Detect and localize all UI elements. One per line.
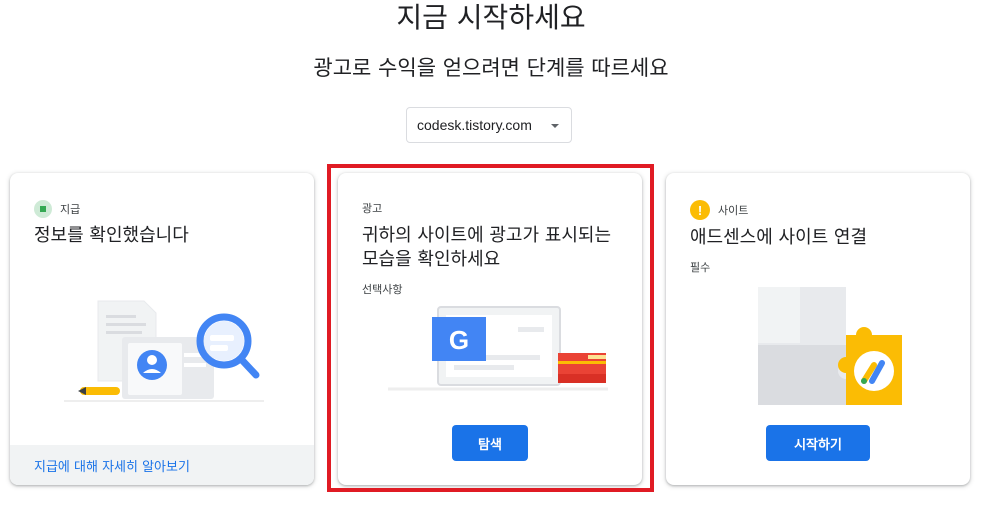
ad-preview-status-label: 광고 <box>362 202 383 215</box>
payment-card: 지급 정보를 확인했습니다 지급에 대해 자세히 알아보기 <box>10 173 314 485</box>
ad-preview-optional-note: 선택사항 <box>362 283 403 296</box>
puzzle-adsense-illustration <box>756 285 916 409</box>
get-started-button[interactable]: 시작하기 <box>766 425 870 461</box>
payment-card-title: 정보를 확인했습니다 <box>34 225 189 246</box>
site-required-note: 필수 <box>690 261 711 274</box>
explore-button[interactable]: 탐색 <box>452 425 528 461</box>
page-title: 지금 시작하세요 <box>396 1 586 34</box>
laptop-ad-books-illustration: G <box>388 303 608 395</box>
check-badge-icon <box>34 200 52 218</box>
site-connect-card: ! 사이트 애드센스에 사이트 연결 필수 시작하기 <box>666 173 970 485</box>
site-status-label: 사이트 <box>718 204 749 217</box>
ad-preview-card-title: 귀하의 사이트에 광고가 표시되는 모습을 확인하세요 <box>362 225 612 270</box>
page-subtitle: 광고로 수익을 얻으려면 단계를 따르세요 <box>313 56 669 80</box>
site-status: ! 사이트 <box>690 200 748 220</box>
payment-status: 지급 <box>34 200 80 218</box>
warning-badge-icon: ! <box>690 200 710 220</box>
site-selector-value: codesk.tistory.com <box>417 117 532 133</box>
payment-status-label: 지급 <box>60 203 81 216</box>
document-id-magnifier-illustration <box>64 293 264 403</box>
ad-preview-card: 광고 귀하의 사이트에 광고가 표시되는 모습을 확인하세요 선택사항 G 탐색 <box>338 173 642 485</box>
learn-more-bar: 지급에 대해 자세히 알아보기 <box>10 445 314 485</box>
dropdown-arrow-icon <box>551 124 559 128</box>
site-connect-card-title: 애드센스에 사이트 연결 <box>690 227 868 248</box>
ad-preview-status: 광고 <box>362 200 382 216</box>
payment-learn-more-link[interactable]: 지급에 대해 자세히 알아보기 <box>34 456 190 475</box>
site-selector[interactable]: codesk.tistory.com <box>406 107 572 143</box>
svg-text:G: G <box>449 325 469 355</box>
